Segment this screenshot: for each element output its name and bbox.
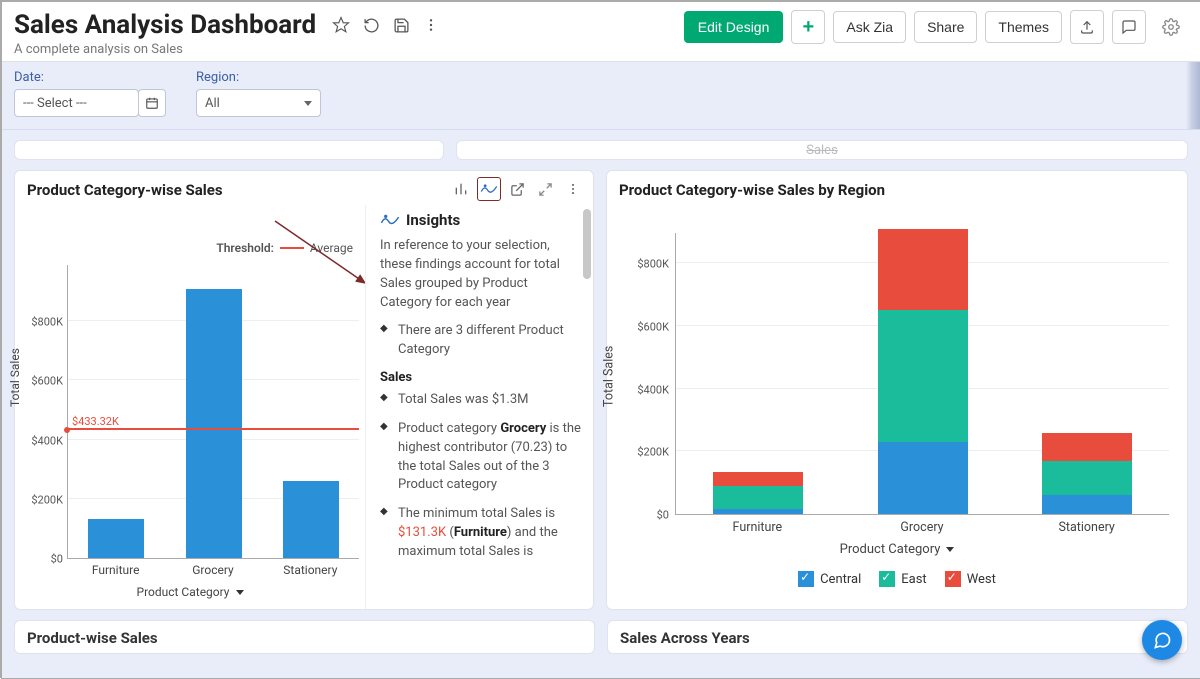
filter-bar: Date: --- Select --- Region: All <box>2 62 1200 130</box>
x-axis-title[interactable]: Product Category <box>15 585 365 599</box>
more-vertical-icon[interactable] <box>561 177 585 201</box>
favorite-star-icon[interactable] <box>330 14 352 36</box>
x-label: Furniture <box>67 563 164 577</box>
insights-title: Insights <box>406 211 460 229</box>
x-label: Stationery <box>1004 520 1169 535</box>
chat-fab-icon[interactable] <box>1142 620 1182 660</box>
threshold-value: $433.32K <box>72 415 119 428</box>
share-button[interactable]: Share <box>914 11 977 43</box>
expand-icon[interactable] <box>533 177 557 201</box>
insight-item: There are 3 different Product Category <box>380 322 583 360</box>
calendar-icon[interactable] <box>138 89 166 117</box>
chevron-down-icon <box>236 590 244 595</box>
card-sales-across-years: Sales Across Years <box>607 620 1188 654</box>
themes-button[interactable]: Themes <box>985 11 1062 43</box>
bar[interactable] <box>283 481 339 558</box>
more-vertical-icon[interactable] <box>420 14 442 36</box>
card-title: Product Category-wise Sales <box>27 181 223 199</box>
y-axis-title: Total Sales <box>8 348 22 407</box>
insights-intro: In reference to your selection, these fi… <box>380 237 583 312</box>
bar[interactable] <box>186 289 242 558</box>
insights-panel: Insights In reference to your selection,… <box>365 205 593 609</box>
partial-card <box>14 140 444 160</box>
ask-zia-button[interactable]: Ask Zia <box>833 11 906 43</box>
x-label: Grocery <box>840 520 1005 535</box>
y-tick: $600K <box>31 375 63 388</box>
legend-item-east[interactable]: East <box>879 571 926 587</box>
insight-item: The minimum total Sales is $131.3K (Furn… <box>380 505 583 562</box>
filter-region-select[interactable]: All <box>196 89 321 117</box>
y-tick: $200K <box>31 493 63 506</box>
open-new-icon[interactable] <box>505 177 529 201</box>
page-subtitle: A complete analysis on Sales <box>14 42 442 57</box>
filter-date-value: --- Select --- <box>23 96 87 111</box>
insight-item: Product category Grocery is the highest … <box>380 420 583 495</box>
settings-gear-icon[interactable] <box>1154 10 1188 44</box>
y-tick: $0 <box>657 509 669 522</box>
scrollbar[interactable] <box>583 209 591 279</box>
refresh-icon[interactable] <box>360 14 382 36</box>
card-title: Product Category-wise Sales by Region <box>619 181 885 199</box>
chart-legend: Central East West <box>607 571 1187 587</box>
y-tick: $0 <box>51 553 63 566</box>
y-tick: $600K <box>637 321 669 334</box>
filter-date-label: Date: <box>14 70 166 85</box>
x-label: Stationery <box>262 563 359 577</box>
x-axis-title[interactable]: Product Category <box>607 542 1187 557</box>
y-tick: $400K <box>637 383 669 396</box>
y-tick: $800K <box>31 316 63 329</box>
export-icon[interactable] <box>1070 10 1104 44</box>
stacked-bar[interactable] <box>878 229 968 514</box>
insights-section: Sales <box>380 370 583 385</box>
stacked-bar[interactable] <box>1042 433 1132 514</box>
page-title: Sales Analysis Dashboard <box>14 10 316 40</box>
save-icon[interactable] <box>390 14 412 36</box>
legend-item-west[interactable]: West <box>945 571 996 587</box>
view-chart-icon[interactable] <box>449 177 473 201</box>
x-label: Furniture <box>675 520 840 535</box>
legend-item-central[interactable]: Central <box>798 571 861 587</box>
filter-date-select[interactable]: --- Select --- <box>14 89 139 117</box>
card-product-category-sales: Product Category-wise Sales <box>14 170 594 610</box>
x-label: Grocery <box>164 563 261 577</box>
chevron-down-icon <box>304 101 312 106</box>
bar[interactable] <box>88 519 144 558</box>
filter-region-label: Region: <box>196 70 321 85</box>
insight-item: Total Sales was $1.3M <box>380 391 583 410</box>
add-button[interactable]: + <box>791 10 825 44</box>
card-product-wise-sales: Product-wise Sales <box>14 620 595 654</box>
comment-icon[interactable] <box>1112 10 1146 44</box>
edit-design-button[interactable]: Edit Design <box>684 11 784 43</box>
y-tick: $400K <box>31 434 63 447</box>
zia-insights-icon[interactable] <box>477 177 501 201</box>
stacked-bar[interactable] <box>713 472 803 514</box>
y-axis-title: Total Sales <box>602 346 617 407</box>
y-tick: $800K <box>637 258 669 271</box>
threshold-legend: Threshold: Average <box>216 241 353 255</box>
filter-region-value: All <box>205 96 220 111</box>
partial-card: Sales <box>456 140 1188 160</box>
card-product-category-sales-by-region: Product Category-wise Sales by Region To… <box>606 170 1188 610</box>
y-tick: $200K <box>637 446 669 459</box>
scrollbar[interactable] <box>1186 62 1200 129</box>
chevron-down-icon <box>946 547 954 552</box>
